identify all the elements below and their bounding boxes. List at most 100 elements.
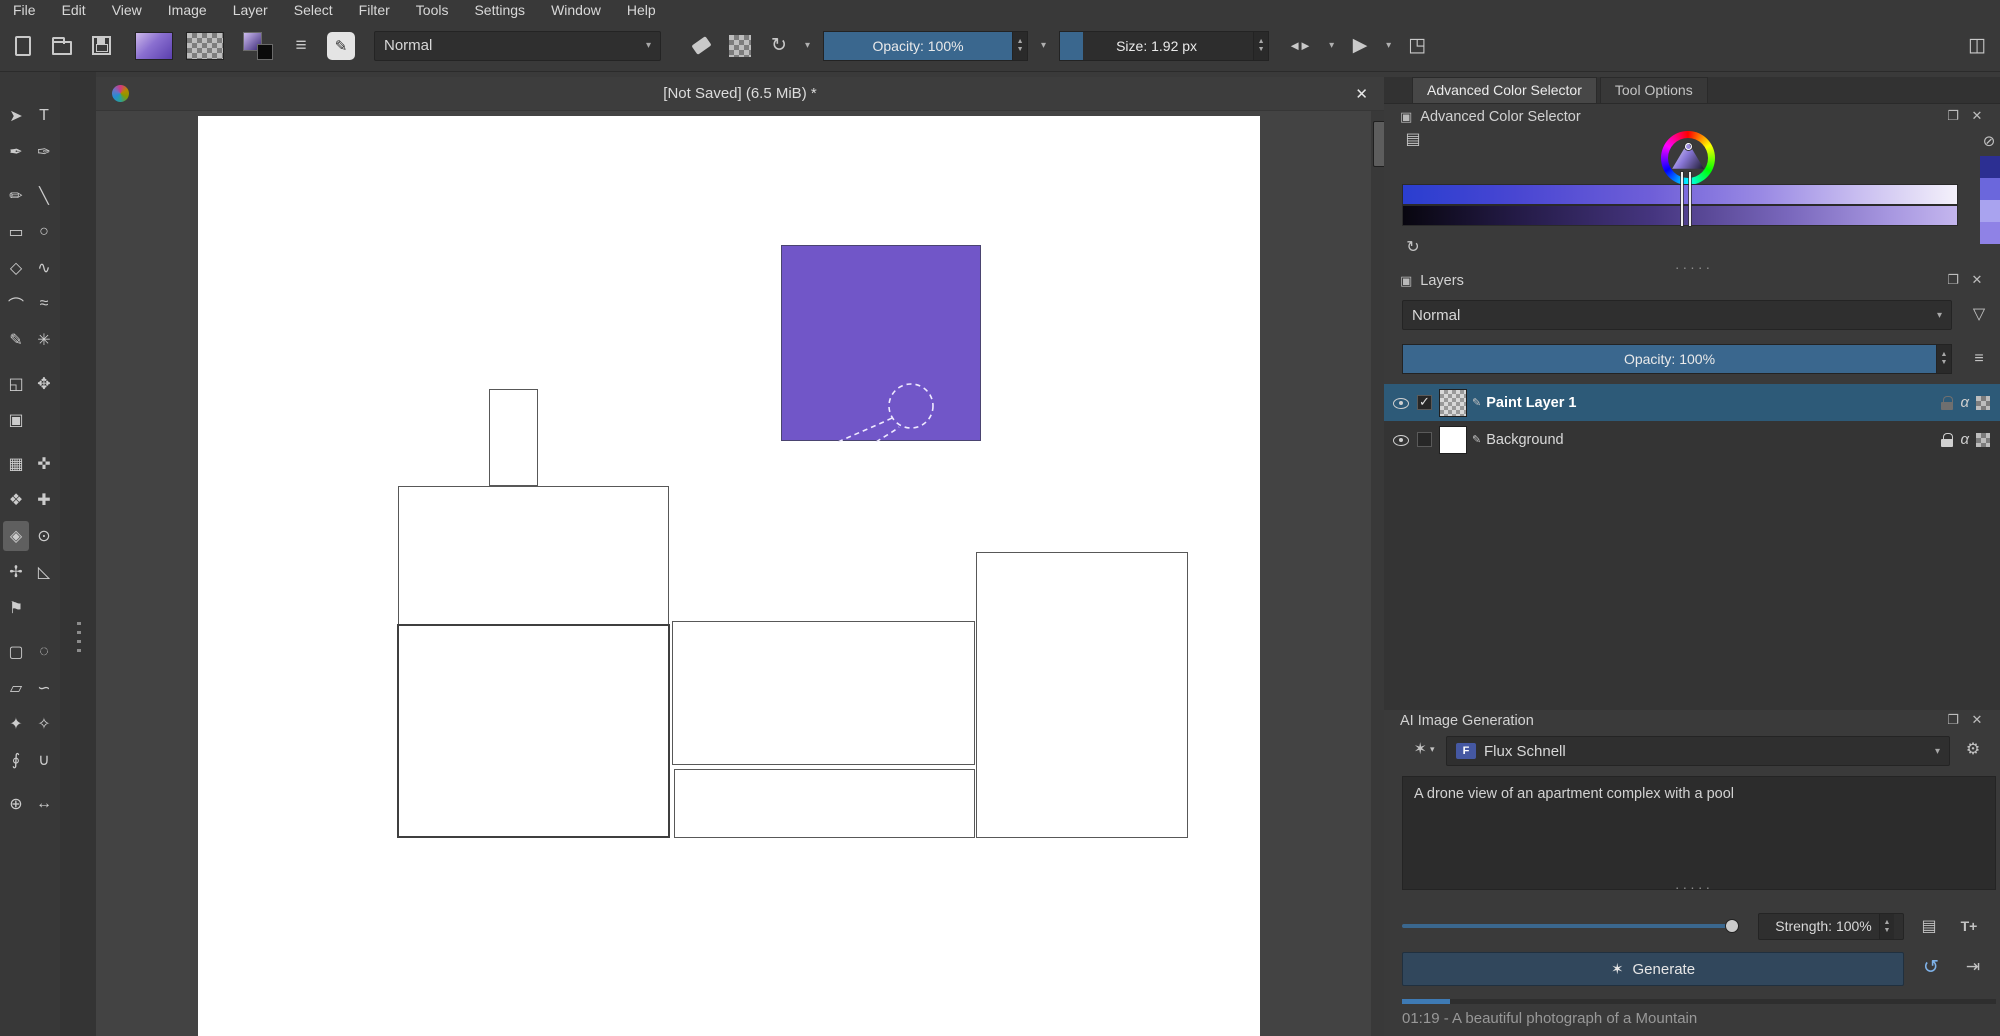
reference-images-tool[interactable]: ⚑ [3,593,29,623]
canvas-viewport[interactable] [96,111,1371,1036]
new-document-button[interactable] [10,32,36,60]
move-tool[interactable]: ✥ [31,369,57,399]
menu-file[interactable]: File [0,1,49,19]
spin-up-icon[interactable]: ▲ [1880,919,1894,927]
prompt-input[interactable]: A drone view of an apartment complex wit… [1402,776,1996,890]
menu-layer[interactable]: Layer [220,1,281,19]
wrap-around-mode-button[interactable]: ▶ [1347,32,1373,60]
color-history-swatch[interactable] [1980,156,2000,178]
spin-up-icon[interactable]: ▲ [1254,38,1268,46]
menu-window[interactable]: Window [538,1,614,19]
menu-settings[interactable]: Settings [461,1,538,19]
layer-opacity-spin-buttons[interactable]: ▲ ▼ [1936,345,1951,373]
polygonal-select-tool[interactable]: ▱ [3,673,29,703]
contiguous-select-tool[interactable]: ✦ [3,709,29,739]
background-color-swatch[interactable] [257,44,273,60]
layer-lock-icon[interactable] [1941,432,1953,448]
freehand-select-tool[interactable]: ∽ [31,673,57,703]
size-spin-buttons[interactable]: ▲ ▼ [1253,32,1268,60]
color-history-swatch[interactable] [1980,178,2000,200]
spin-up-icon[interactable]: ▲ [1013,38,1027,46]
eraser-mode-button[interactable] [688,32,714,60]
color-sampler-tool[interactable]: ✜ [31,449,57,479]
layer-row[interactable]: ✎Backgroundα [1384,421,2000,458]
alpha-lock-icon[interactable]: α [1960,394,1969,411]
polygon-tool[interactable]: ◇ [3,253,29,283]
close-docker-icon[interactable]: ✕ [1968,107,1986,125]
menu-filter[interactable]: Filter [346,1,403,19]
pattern-edit-tool[interactable]: ❖ [3,485,29,515]
freehand-brush-tool[interactable]: ✏ [3,181,29,211]
alpha-lock-icon[interactable]: α [1960,431,1969,448]
splitter-handle-icon[interactable] [77,622,81,658]
chevron-down-icon[interactable]: ▾ [805,40,810,51]
close-docker-icon[interactable]: ✕ [1968,271,1986,289]
layer-visibility-icon[interactable] [1392,431,1410,449]
zoom-tool[interactable]: ⊕ [3,789,29,819]
float-docker-icon[interactable]: ❐ [1944,107,1962,125]
no-color-button[interactable]: ⊘ [1978,130,2000,152]
trim-to-image-button[interactable]: ◳ [1404,32,1430,60]
layer-blending-mode-select[interactable]: Normal ▾ [1402,300,1952,330]
similar-color-select-tool[interactable]: ✧ [31,709,57,739]
spin-down-icon[interactable]: ▼ [1880,927,1894,935]
menu-edit[interactable]: Edit [49,1,99,19]
menu-tools[interactable]: Tools [403,1,462,19]
line-tool[interactable]: ╲ [31,181,57,211]
docker-pin-icon[interactable]: ▣ [1400,273,1412,289]
prompt-resize-handle[interactable]: ····· [1639,882,1749,892]
strength-spinbox[interactable]: Strength: 100% ▲ ▼ [1758,913,1904,940]
float-docker-icon[interactable]: ❐ [1944,271,1962,289]
workflow-wand-button[interactable]: ✶ ▾ [1404,738,1444,760]
float-docker-icon[interactable]: ❐ [1944,711,1962,729]
opacity-spin-buttons[interactable]: ▲ ▼ [1012,32,1027,60]
measure-tool[interactable]: ◺ [31,557,57,587]
layer-row[interactable]: ✎Paint Layer 1α [1384,384,2000,421]
brush-editor-button[interactable]: ✎ [327,32,355,60]
brush-settings-button[interactable]: ≡ [288,32,314,60]
strength-slider[interactable] [1402,924,1734,928]
preserve-alpha-button[interactable] [727,32,753,60]
rectangular-select-tool[interactable]: ▢ [3,637,29,667]
strength-slider-handle[interactable] [1725,919,1739,933]
gradient-tool[interactable]: ▦ [3,449,29,479]
docker-pin-icon[interactable]: ▣ [1400,109,1412,125]
generate-button[interactable]: ✶ Generate [1402,952,1904,986]
multibrush-tool[interactable]: ✳ [31,325,57,355]
spin-up-icon[interactable]: ▲ [1937,351,1951,359]
color-history-swatch[interactable] [1980,200,2000,222]
blending-mode-select[interactable]: Normal ▾ [374,31,661,61]
chevron-down-icon[interactable]: ▾ [1041,40,1046,51]
apply-result-button[interactable]: ⇥ [1962,956,1984,978]
opacity-slider[interactable]: Opacity: 100% ▲ ▼ [823,31,1028,61]
layer-checkbox[interactable] [1417,432,1432,447]
transform-select-tool[interactable]: ➤ [3,101,29,131]
bezier-curve-tool[interactable]: ⌒ [3,289,29,319]
dynamic-brush-tool[interactable]: ✎ [3,325,29,355]
edit-shapes-tool[interactable]: ✒ [3,137,29,167]
dock-splitter[interactable] [60,72,96,1036]
color-selector-settings-button[interactable]: ▤ [1402,128,1424,150]
canvas[interactable] [198,116,1260,1036]
text-tool[interactable]: T [31,101,57,131]
pan-tool[interactable]: ↔ [31,789,57,819]
brush-size-slider[interactable]: Size: 1.92 px ▲ ▼ [1059,31,1269,61]
polyline-tool[interactable]: ∿ [31,253,57,283]
menu-select[interactable]: Select [281,1,346,19]
inherit-alpha-icon[interactable] [1976,433,1990,447]
transform-tool[interactable]: ◱ [3,369,29,399]
ellipse-tool[interactable]: ○ [31,217,57,247]
smart-patch-tool[interactable]: ✚ [31,485,57,515]
bezier-select-tool[interactable]: ∮ [3,745,29,775]
elliptical-select-tool[interactable]: ◌ [31,637,57,667]
tab-advanced-color-selector[interactable]: Advanced Color Selector [1412,77,1597,103]
freehand-path-tool[interactable]: ≈ [31,289,57,319]
model-select[interactable]: F Flux Schnell ▾ [1446,736,1950,766]
menu-image[interactable]: Image [155,1,220,19]
close-docker-icon[interactable]: ✕ [1968,711,1986,729]
history-button[interactable]: ↺ [1920,956,1942,978]
pattern-chooser-button[interactable] [186,32,224,60]
color-history-swatch[interactable] [1980,222,2000,244]
spin-down-icon[interactable]: ▼ [1937,359,1951,367]
ai-settings-button[interactable]: ⚙ [1962,738,1984,760]
